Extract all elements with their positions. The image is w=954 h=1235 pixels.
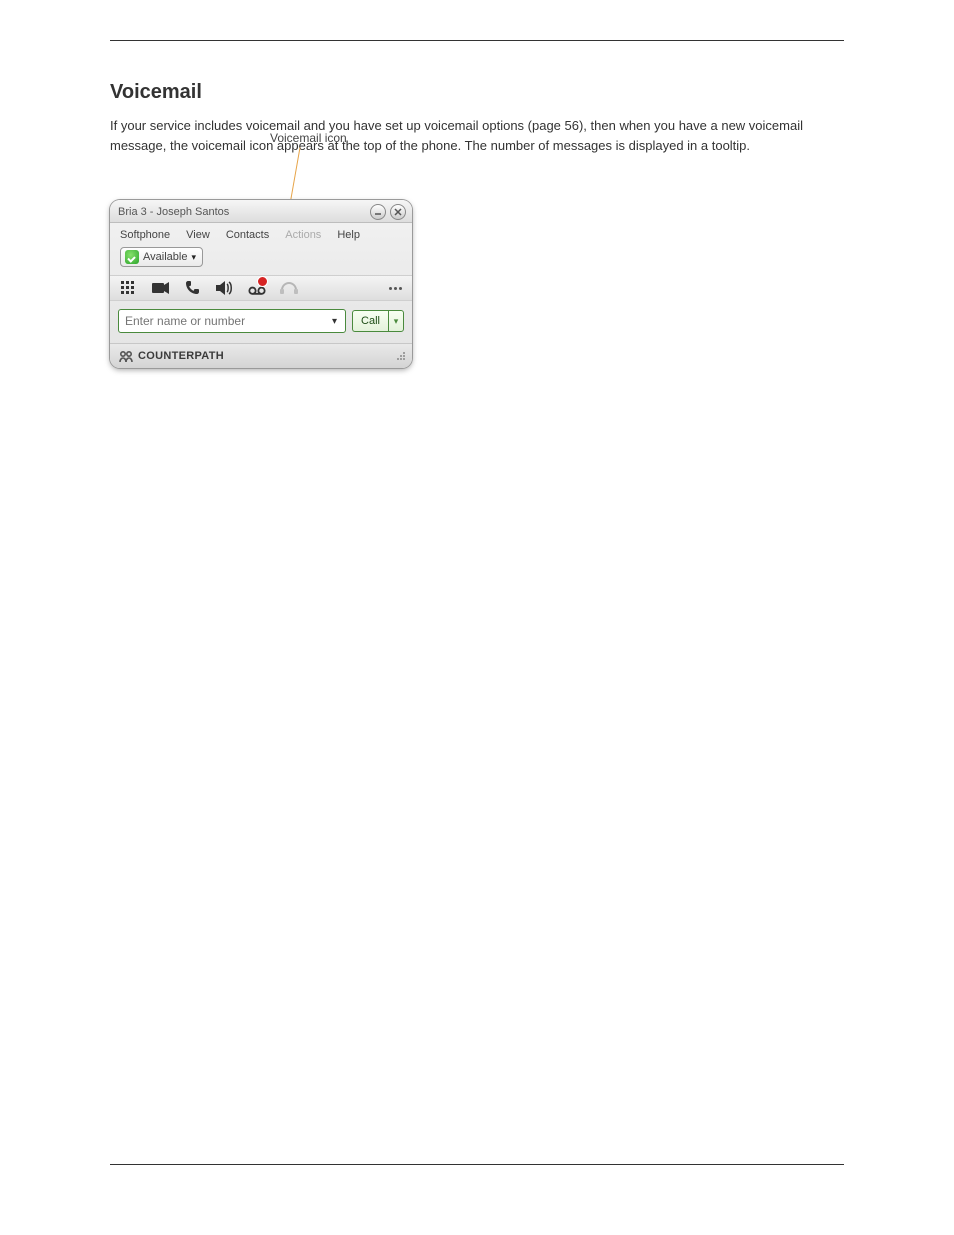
menu-bar: Softphone View Contacts Actions Help	[110, 223, 412, 245]
counterpath-logo-icon	[118, 348, 134, 364]
softphone-window: Bria 3 - Joseph Santos Softphone View Co…	[110, 200, 412, 368]
call-button[interactable]: Call	[352, 310, 388, 332]
dialpad-icon[interactable]	[120, 280, 138, 296]
menu-softphone[interactable]: Softphone	[120, 229, 170, 241]
window-titlebar: Bria 3 - Joseph Santos	[110, 200, 412, 223]
brand-logo: CounterPath	[118, 348, 224, 364]
section-heading: Voicemail	[110, 81, 844, 104]
voicemail-badge-icon	[257, 276, 268, 287]
speaker-icon[interactable]	[216, 280, 234, 296]
menu-help[interactable]: Help	[337, 229, 360, 241]
minimize-button[interactable]	[370, 204, 386, 220]
presence-selector[interactable]: Available ▾	[120, 247, 203, 267]
toolbar	[110, 275, 412, 301]
dial-input-container[interactable]: ▾	[118, 309, 346, 333]
section-paragraph: If your service includes voicemail and y…	[110, 116, 844, 155]
headset-icon[interactable]	[280, 280, 298, 296]
menu-actions: Actions	[285, 229, 321, 241]
voicemail-icon[interactable]	[248, 280, 266, 296]
resize-grip-icon[interactable]	[396, 351, 406, 361]
brand-name: CounterPath	[138, 350, 224, 362]
callout-label-voicemail: Voicemail icon	[270, 131, 347, 145]
dial-input[interactable]	[119, 311, 328, 331]
video-icon[interactable]	[152, 280, 170, 296]
presence-label: Available	[143, 251, 187, 263]
horizontal-rule-top	[110, 40, 844, 41]
chevron-down-icon[interactable]: ▾	[328, 316, 341, 327]
horizontal-rule-bottom	[110, 1164, 844, 1165]
phone-icon[interactable]	[184, 280, 202, 296]
call-split-button[interactable]: ▾	[388, 310, 404, 332]
chevron-down-icon: ▾	[191, 252, 196, 263]
close-button[interactable]	[390, 204, 406, 220]
menu-contacts[interactable]: Contacts	[226, 229, 269, 241]
presence-available-icon	[125, 250, 139, 264]
more-icon[interactable]	[389, 287, 402, 290]
window-title: Bria 3 - Joseph Santos	[118, 206, 229, 218]
menu-view[interactable]: View	[186, 229, 210, 241]
dial-row: ▾ Call ▾	[110, 301, 412, 343]
window-footer: CounterPath	[110, 343, 412, 368]
